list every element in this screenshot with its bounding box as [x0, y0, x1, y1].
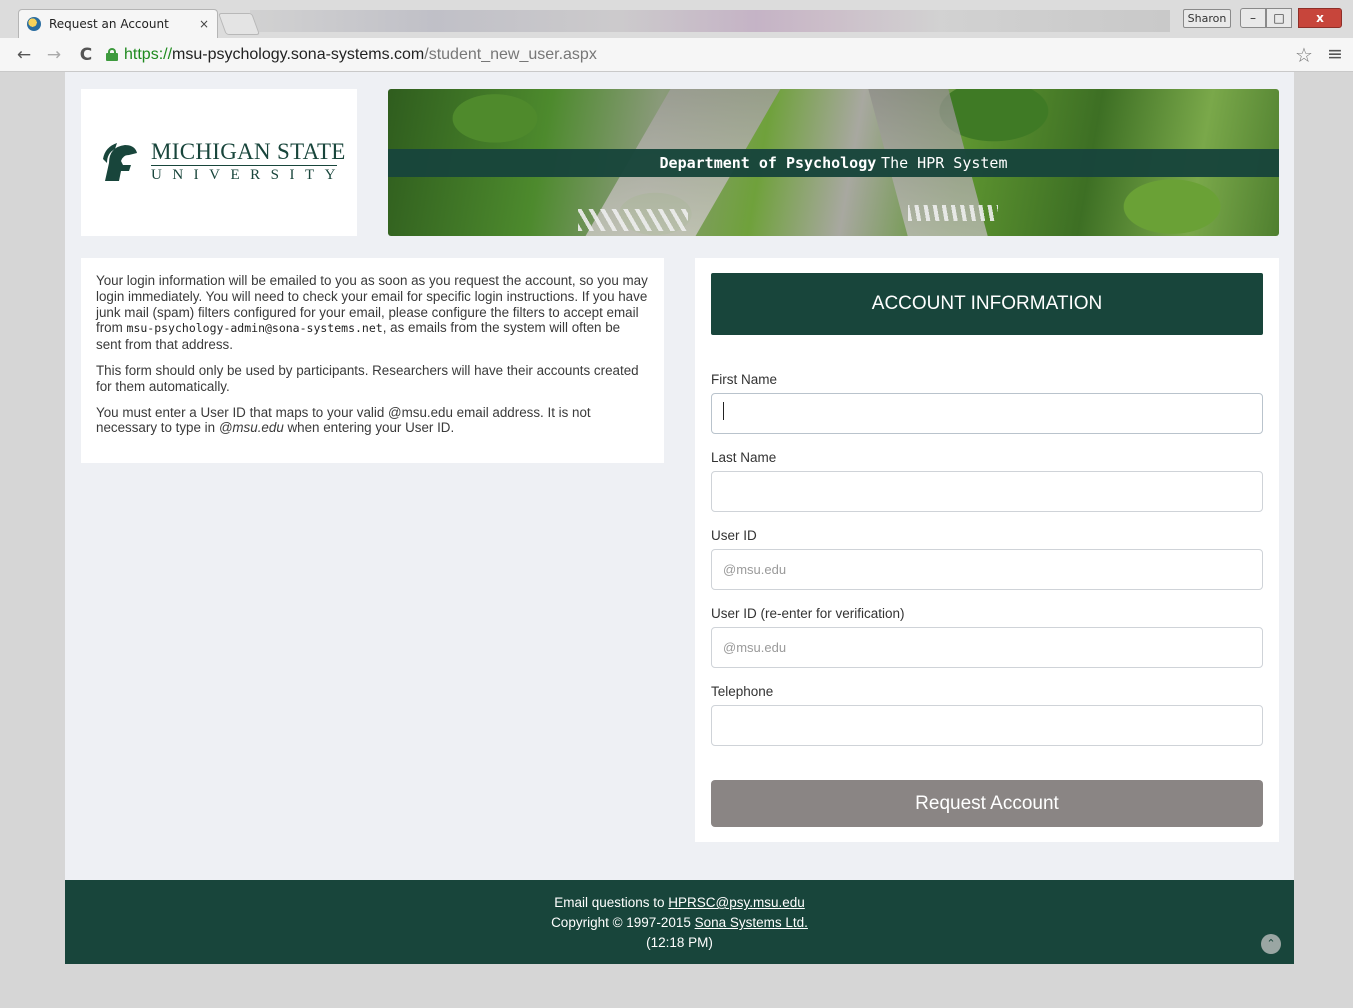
support-email-link[interactable]: HPRSC@psy.msu.edu — [668, 895, 805, 910]
campus-banner-image: Department of Psychology The HPR System — [388, 89, 1279, 236]
first-name-input[interactable] — [711, 393, 1263, 434]
browser-toolbar: ← → C https://msu-psychology.sona-system… — [0, 38, 1353, 72]
admin-email: msu-psychology-admin@sona-systems.net — [126, 321, 383, 336]
form-title: ACCOUNT INFORMATION — [711, 273, 1263, 335]
department-name: Department of Psychology — [659, 154, 877, 172]
address-bar[interactable]: https://msu-psychology.sona-systems.com /… — [106, 42, 1331, 68]
logo-divider — [151, 165, 337, 166]
text-cursor — [723, 402, 724, 420]
footer-copyright-line: Copyright © 1997-2015 Sona Systems Ltd. — [551, 915, 808, 930]
url-host: msu-psychology.sona-systems.com — [172, 45, 425, 63]
browser-titlebar: Request an Account × Sharon – □ x — [0, 0, 1353, 38]
first-name-label: First Name — [711, 372, 778, 387]
instructions-paragraph-2: This form should only be used by partici… — [96, 362, 639, 394]
tab-close-icon[interactable]: × — [199, 17, 209, 31]
university-name: MICHIGAN STATE — [151, 139, 346, 164]
footer-time: (12:18 PM) — [646, 935, 713, 950]
sona-systems-link[interactable]: Sona Systems Ltd. — [695, 915, 808, 930]
university-subtitle: UNIVERSITY — [151, 167, 346, 183]
window-maximize-button[interactable]: □ — [1266, 8, 1292, 28]
last-name-input[interactable] — [711, 471, 1263, 512]
banner-title: Department of Psychology The HPR System — [388, 149, 1279, 177]
last-name-label: Last Name — [711, 450, 777, 465]
bookmark-star-icon[interactable]: ☆ — [1295, 43, 1313, 67]
blurred-background-window — [250, 10, 1170, 32]
url-path: /student_new_user.aspx — [424, 45, 597, 63]
profile-button[interactable]: Sharon — [1183, 9, 1231, 28]
scroll-to-top-icon[interactable]: ⌃ — [1261, 934, 1281, 954]
instructions-paragraph-1: Your login information will be emailed t… — [96, 273, 648, 353]
reload-icon[interactable]: C — [74, 45, 98, 65]
page-content: MICHIGAN STATE UNIVERSITY Department of … — [65, 72, 1294, 880]
site-favicon-icon — [27, 17, 41, 31]
spartan-helmet-icon — [103, 143, 137, 181]
page-footer: Email questions to HPRSC@psy.msu.edu Cop… — [65, 880, 1294, 964]
tab-title: Request an Account — [49, 17, 169, 31]
telephone-label: Telephone — [711, 684, 774, 699]
forward-arrow-icon[interactable]: → — [42, 45, 66, 65]
telephone-input[interactable] — [711, 705, 1263, 746]
system-name: The HPR System — [881, 154, 1008, 172]
university-logo[interactable]: MICHIGAN STATE UNIVERSITY — [81, 89, 357, 236]
user-id-verify-input[interactable] — [711, 627, 1263, 668]
lock-icon — [106, 48, 118, 61]
browser-menu-icon[interactable]: ≡ — [1327, 43, 1343, 65]
request-account-button[interactable]: Request Account — [711, 780, 1263, 827]
user-id-verify-label: User ID (re-enter for verification) — [711, 606, 905, 621]
account-form: ACCOUNT INFORMATION First Name Last Name… — [695, 258, 1279, 842]
window-minimize-button[interactable]: – — [1240, 8, 1266, 28]
instructions-paragraph-3: You must enter a User ID that maps to yo… — [96, 404, 591, 436]
back-arrow-icon[interactable]: ← — [12, 45, 36, 65]
footer-email-line: Email questions to HPRSC@psy.msu.edu — [554, 895, 805, 910]
user-id-label: User ID — [711, 528, 757, 543]
window-close-button[interactable]: x — [1298, 8, 1342, 28]
browser-tab-active[interactable]: Request an Account × — [18, 9, 218, 38]
instructions-panel: Your login information will be emailed t… — [81, 258, 664, 463]
user-id-input[interactable] — [711, 549, 1263, 590]
url-scheme: https:// — [124, 45, 173, 63]
